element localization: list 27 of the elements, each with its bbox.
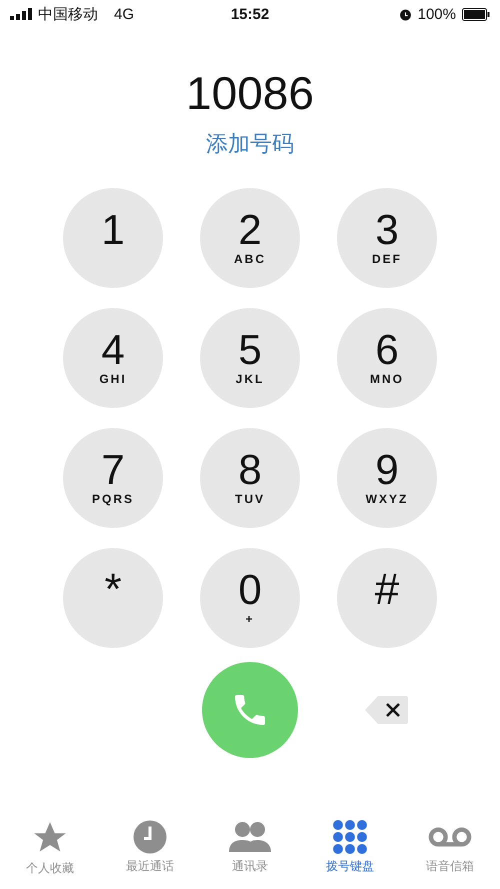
dial-key[interactable]: # (337, 548, 437, 648)
keypad-icon (332, 819, 368, 855)
dial-key[interactable]: * (63, 548, 163, 648)
carrier-name: 中国移动 (38, 4, 98, 24)
dialed-number: 10086 (185, 68, 315, 118)
dial-key[interactable]: 0 + (200, 548, 300, 648)
tab-bar-item[interactable]: 拨号键盘 (305, 819, 395, 885)
contacts-icon (227, 819, 273, 855)
dial-key[interactable]: 2 ABC (200, 188, 300, 288)
status-time: 15:52 (230, 6, 270, 22)
delete-button[interactable] (364, 694, 410, 726)
backspace-icon (364, 694, 410, 726)
battery-icon (462, 8, 490, 20)
add-number-link[interactable]: 添加号码 (206, 131, 294, 156)
dial-key[interactable]: 6 MNO (337, 308, 437, 408)
dial-key[interactable]: 7 PQRS (63, 428, 163, 528)
dial-key[interactable]: 9 WXYZ (337, 428, 437, 528)
dial-key[interactable]: 8 TUV (200, 428, 300, 528)
battery-percent: 100% (418, 6, 456, 22)
signal-icon (10, 8, 32, 20)
dial-key[interactable]: 4 GHI (63, 308, 163, 408)
clock-icon (132, 819, 168, 855)
dial-key[interactable]: 5 JKL (200, 308, 300, 408)
network-type: 4G (114, 6, 134, 22)
dial-key[interactable]: 1 (63, 188, 163, 288)
dial-key[interactable]: 3 DEF (337, 188, 437, 288)
alarm-icon (398, 8, 412, 20)
